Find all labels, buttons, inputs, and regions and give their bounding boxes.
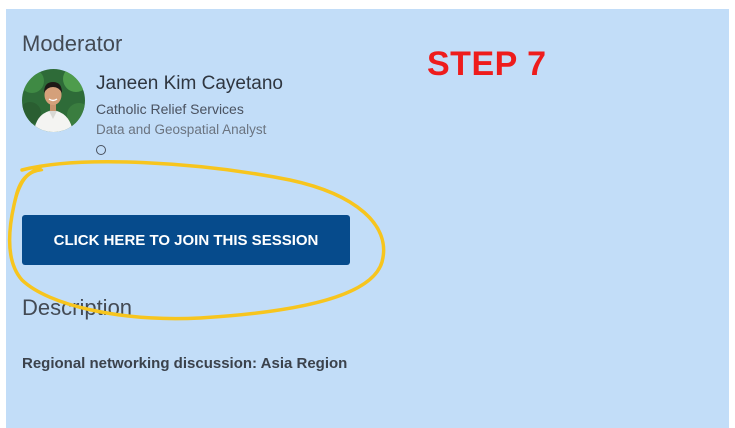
avatar-photo xyxy=(22,69,85,132)
moderator-heading: Moderator xyxy=(22,31,123,56)
join-session-button[interactable]: CLICK HERE TO JOIN THIS SESSION xyxy=(22,215,350,265)
session-panel: Moderator Janeen Kim Cayetano Catholic R… xyxy=(6,9,729,428)
description-text: Regional networking discussion: Asia Reg… xyxy=(22,355,348,372)
moderator-role: Data and Geospatial Analyst xyxy=(96,122,267,137)
moderator-name: Janeen Kim Cayetano xyxy=(96,73,283,94)
description-heading: Description xyxy=(22,295,133,320)
moderator-organization: Catholic Relief Services xyxy=(96,101,244,117)
radio-circle-icon[interactable] xyxy=(96,145,106,155)
moderator-avatar[interactable] xyxy=(22,69,85,132)
step-annotation-label: STEP 7 xyxy=(427,45,547,83)
